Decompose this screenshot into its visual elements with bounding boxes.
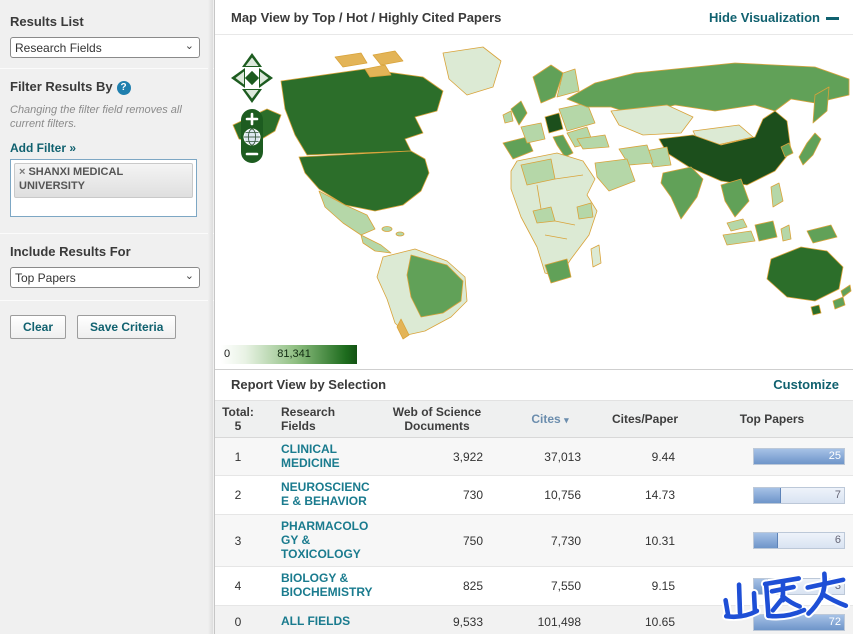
add-filter-link[interactable]: Add Filter » (10, 141, 76, 155)
sidebar-divider (0, 300, 214, 302)
include-results-select[interactable]: Top Papers (10, 267, 200, 289)
save-criteria-button[interactable]: Save Criteria (77, 315, 177, 340)
top-papers-cell: 3 (691, 577, 853, 595)
top-papers-bar: 72 (753, 613, 845, 631)
world-map[interactable] (215, 39, 852, 345)
include-results-heading: Include Results For (10, 244, 131, 260)
column-cites-per-paper[interactable]: Cites/Paper (599, 412, 691, 426)
column-cites[interactable]: Cites ▾ (501, 412, 599, 426)
top-papers-bar: 7 (753, 486, 845, 504)
results-list-select[interactable]: Research Fields (10, 37, 200, 58)
bar-fill (754, 487, 781, 503)
top-papers-cell: 6 (691, 532, 853, 550)
map-color-scale: 0 81,341 (221, 345, 357, 365)
column-research-fields[interactable]: Research Fields (261, 405, 373, 434)
bar-value-label: 7 (834, 488, 841, 501)
filter-note: Changing the filter field removes all cu… (10, 103, 182, 130)
top-papers-bar: 6 (753, 532, 845, 550)
field-link[interactable]: CLINICAL MEDICINE (261, 442, 373, 471)
rank-cell: 4 (234, 579, 242, 594)
report-view-title: Report View by Selection (231, 377, 387, 393)
bar-fill (754, 533, 779, 549)
rank-cell: 0 (234, 615, 242, 630)
cites-cell: 101,498 (537, 615, 581, 630)
cites-per-paper-cell: 9.15 (651, 579, 675, 594)
cites-per-paper-cell: 14.73 (644, 488, 675, 503)
help-icon[interactable]: ? (116, 80, 131, 95)
report-view-header: Report View by Selection Customize (215, 368, 853, 401)
bar-value-label: 3 (834, 579, 841, 592)
cites-per-paper-cell: 9.44 (651, 449, 675, 464)
field-link[interactable]: PHARMACOLOGY & TOXICOLOGY (261, 519, 373, 561)
cites-cell: 7,550 (550, 579, 581, 594)
bar-value-label: 72 (828, 615, 841, 628)
column-top-papers[interactable]: Top Papers (691, 412, 853, 426)
remove-filter-icon[interactable]: × (19, 166, 25, 178)
filter-chip-label: SHANXI MEDICAL UNIVERSITY (19, 166, 123, 192)
results-list-dropdown[interactable]: Research Fields ⌄ (10, 37, 200, 58)
documents-cell: 9,533 (452, 615, 483, 630)
rank-cell: 2 (234, 488, 242, 503)
sidebar-divider (0, 233, 214, 235)
field-link[interactable]: ALL FIELDS (261, 614, 373, 629)
filter-box[interactable]: × SHANXI MEDICAL UNIVERSITY (10, 159, 197, 218)
scale-max-label: 81,341 (277, 348, 311, 361)
filter-chip[interactable]: × SHANXI MEDICAL UNIVERSITY (14, 163, 193, 198)
cites-per-paper-cell: 10.31 (644, 533, 675, 548)
table-row: 4 BIOLOGY & BIOCHEMISTRY 825 7,550 9.15 … (215, 567, 853, 607)
scale-min-label: 0 (224, 348, 231, 361)
documents-cell: 3,922 (452, 449, 483, 464)
map-visualization[interactable]: 0 81,341 (215, 35, 853, 368)
bar-fill (754, 578, 769, 594)
documents-cell: 730 (462, 488, 483, 503)
esi-app-window: Results List Research Fields ⌄ Filter Re… (0, 0, 853, 634)
top-papers-bar: 25 (753, 448, 845, 466)
rank-cell: 1 (234, 449, 242, 464)
report-table-body: 1 CLINICAL MEDICINE 3,922 37,013 9.44 25… (215, 437, 853, 634)
documents-cell: 825 (462, 579, 483, 594)
map-view-title: Map View by Top / Hot / Highly Cited Pap… (231, 9, 502, 25)
sidebar: Results List Research Fields ⌄ Filter Re… (0, 0, 215, 634)
globe-icon (243, 128, 261, 146)
field-link[interactable]: NEUROSCIENCE & BEHAVIOR (261, 481, 373, 509)
sort-caret-icon: ▾ (564, 414, 569, 425)
map-view-header: Map View by Top / Hot / Highly Cited Pap… (215, 0, 853, 36)
table-row: 1 CLINICAL MEDICINE 3,922 37,013 9.44 25 (215, 437, 853, 477)
cites-cell: 37,013 (544, 449, 581, 464)
cites-cell: 7,730 (550, 533, 581, 548)
hide-visualization-link[interactable]: Hide Visualization (709, 10, 839, 25)
table-row-all-fields: 0 ALL FIELDS 9,533 101,498 10.65 72 (215, 606, 853, 634)
table-row: 2 NEUROSCIENCE & BEHAVIOR 730 10,756 14.… (215, 476, 853, 516)
minus-icon (826, 16, 839, 20)
column-wos-documents[interactable]: Web of Science Documents (373, 405, 501, 434)
include-results-dropdown[interactable]: Top Papers ⌄ (10, 267, 200, 289)
filter-results-heading: Filter Results By? (10, 79, 202, 95)
customize-link[interactable]: Customize (773, 377, 839, 392)
documents-cell: 750 (462, 533, 483, 548)
top-papers-cell: 25 (691, 448, 853, 466)
top-papers-cell: 7 (691, 486, 853, 504)
field-link[interactable]: BIOLOGY & BIOCHEMISTRY (261, 572, 373, 600)
table-header-row: Total: 5 Research Fields Web of Science … (215, 400, 853, 438)
table-row: 3 PHARMACOLOGY & TOXICOLOGY 750 7,730 10… (215, 515, 853, 568)
total-header: Total: 5 (222, 404, 254, 434)
bar-value-label: 25 (828, 450, 841, 463)
clear-button[interactable]: Clear (10, 315, 67, 340)
cites-per-paper-cell: 10.65 (644, 615, 675, 630)
bar-value-label: 6 (834, 534, 841, 547)
rank-cell: 3 (234, 533, 242, 548)
results-list-heading: Results List (10, 14, 84, 29)
sidebar-divider (0, 68, 214, 69)
map-pan-zoom-controls[interactable] (229, 51, 275, 167)
cites-cell: 10,756 (544, 488, 581, 503)
top-papers-bar: 3 (753, 577, 845, 595)
main-panel: Map View by Top / Hot / Highly Cited Pap… (215, 0, 853, 634)
top-papers-cell: 72 (691, 613, 853, 631)
